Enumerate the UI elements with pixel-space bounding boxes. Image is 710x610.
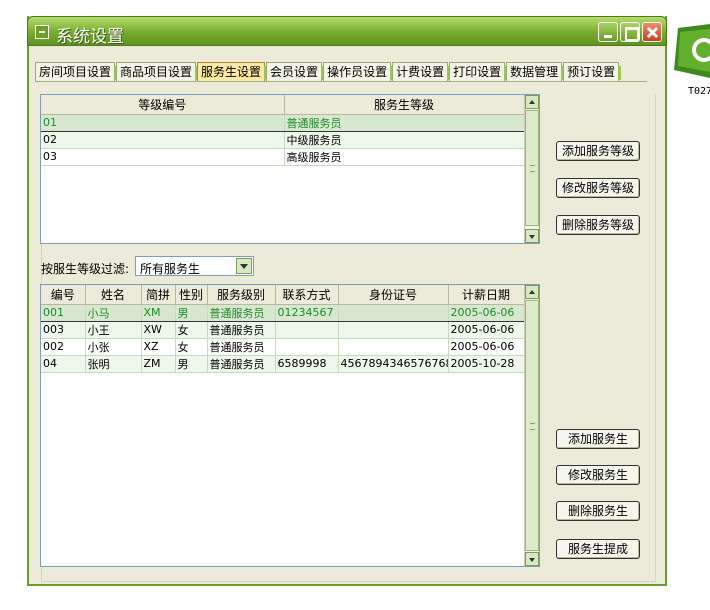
table-cell <box>338 338 449 356</box>
table-cell: XM <box>141 303 176 322</box>
table-cell: 女 <box>175 321 208 339</box>
table-cell: 小王 <box>85 321 142 339</box>
add-staff-button[interactable]: 添加服务生 <box>556 429 640 449</box>
scroll-thumb[interactable] <box>525 300 539 551</box>
table-row[interactable]: 001 小马 XM 男普通服务员 01234567 2005-06-06 <box>41 303 525 322</box>
table-cell: 小张 <box>85 338 142 356</box>
table-cell <box>338 303 449 322</box>
table-cell: 002 <box>41 338 86 356</box>
window-title: 系统设置 <box>56 27 124 47</box>
system-menu-icon[interactable] <box>35 25 49 39</box>
table-cell: XW <box>141 321 176 339</box>
side-label: T027 <box>688 86 710 97</box>
table-cell: 中级服务员 <box>284 131 525 149</box>
staff-grid-scrollbar[interactable] <box>524 285 539 566</box>
table-cell: 张明 <box>85 355 142 373</box>
minimize-button[interactable] <box>598 22 618 42</box>
table-cell: 001 <box>41 303 86 322</box>
column-header[interactable]: 编号 <box>41 285 86 305</box>
column-header[interactable]: 服务生等级 <box>284 95 525 115</box>
table-cell: 01234567 <box>275 303 339 322</box>
column-header[interactable]: 身份证号 <box>338 285 449 305</box>
staff-commission-button[interactable]: 服务生提成 <box>556 539 640 559</box>
staff-grid[interactable]: 编号 姓名 简拼 性别 服务级别 联系方式 身份证号 计薪日期 001 小马 XM 男普通服务员 01… <box>40 284 540 567</box>
table-cell: 01 <box>41 113 285 132</box>
tab-1[interactable]: 商品项目设置 <box>116 62 199 82</box>
table-cell: 普通服务员 <box>284 113 525 132</box>
edit-service-level-button[interactable]: 修改服务等级 <box>556 178 640 198</box>
scroll-down-icon[interactable] <box>525 552 539 566</box>
table-row[interactable]: 02 中级服务员 <box>41 131 525 149</box>
tab-3[interactable]: 会员设置 <box>266 62 325 82</box>
table-row[interactable]: 04 张明 ZM 男普通服务员 6589998 4567894346576768 2005-… <box>41 355 525 373</box>
column-header[interactable]: 等级编号 <box>41 95 285 115</box>
table-row[interactable]: 03 高级服务员 <box>41 148 525 166</box>
table-cell <box>275 338 339 356</box>
level-grid-scrollbar[interactable] <box>524 95 539 243</box>
add-service-level-button[interactable]: 添加服务等级 <box>556 141 640 161</box>
column-header[interactable]: 简拼 <box>141 285 176 305</box>
table-cell: 普通服务员 <box>207 355 276 373</box>
tab-2[interactable]: 服务生设置 <box>197 62 268 82</box>
column-header[interactable]: 计薪日期 <box>448 285 525 305</box>
edit-staff-button[interactable]: 修改服务生 <box>556 465 640 485</box>
column-header[interactable]: 性别 <box>175 285 208 305</box>
scroll-up-icon[interactable] <box>525 285 539 299</box>
table-cell: 4567894346576768 <box>338 355 449 373</box>
table-cell: 03 <box>41 148 285 166</box>
service-level-grid[interactable]: 等级编号 服务生等级 01 普通服务员 02 中级服务员 03 高级服务员 <box>40 94 540 244</box>
table-cell: 普通服务员 <box>207 303 276 322</box>
close-button[interactable] <box>642 22 662 42</box>
table-cell: 小马 <box>85 303 142 322</box>
table-cell: 普通服务员 <box>207 338 276 356</box>
tab-8[interactable]: 预订设置 <box>563 62 622 82</box>
filter-label: 按服生等级过滤: <box>41 262 130 276</box>
table-cell: 男 <box>175 303 208 322</box>
table-cell: 男 <box>175 355 208 373</box>
scroll-up-icon[interactable] <box>525 95 539 109</box>
table-cell: 6589998 <box>275 355 339 373</box>
table-cell: 高级服务员 <box>284 148 525 166</box>
table-cell <box>338 321 449 339</box>
tab-6[interactable]: 打印设置 <box>449 62 508 82</box>
staff-table: 编号 姓名 简拼 性别 服务级别 联系方式 身份证号 计薪日期 001 小马 XM 男普通服务员 01… <box>41 285 525 373</box>
chevron-down-icon[interactable] <box>236 258 252 274</box>
tab-7[interactable]: 数据管理 <box>506 62 565 82</box>
table-cell: 02 <box>41 131 285 149</box>
tab-divider <box>35 81 647 82</box>
tab-5[interactable]: 计费设置 <box>392 62 451 82</box>
table-cell: 2005-06-06 <box>448 303 525 322</box>
refresh-icon <box>674 24 710 78</box>
table-row[interactable]: 01 普通服务员 <box>41 113 525 132</box>
table-cell: 003 <box>41 321 86 339</box>
scroll-down-icon[interactable] <box>525 229 539 243</box>
tab-4[interactable]: 操作员设置 <box>323 62 394 82</box>
column-header[interactable]: 联系方式 <box>275 285 339 305</box>
service-level-table: 等级编号 服务生等级 01 普通服务员 02 中级服务员 03 高级服务员 <box>41 95 525 166</box>
filter-selected-value: 所有服务生 <box>140 262 201 276</box>
column-header[interactable]: 姓名 <box>85 285 142 305</box>
table-cell: 2005-06-06 <box>448 338 525 356</box>
table-cell: 女 <box>175 338 208 356</box>
table-cell: 2005-06-06 <box>448 321 525 339</box>
table-row[interactable]: 003 小王 XW 女普通服务员 2005-06-06 <box>41 321 525 339</box>
level-filter-select[interactable]: 所有服务生 <box>135 256 254 276</box>
table-cell: 04 <box>41 355 86 373</box>
tab-0[interactable]: 房间项目设置 <box>35 62 118 82</box>
title-bar[interactable]: 系统设置 <box>27 16 667 47</box>
delete-service-level-button[interactable]: 删除服务等级 <box>556 215 640 235</box>
table-cell: ZM <box>141 355 176 373</box>
table-row[interactable]: 002 小张 XZ 女普通服务员 2005-06-06 <box>41 338 525 356</box>
table-cell: 普通服务员 <box>207 321 276 339</box>
delete-staff-button[interactable]: 删除服务生 <box>556 501 640 521</box>
scroll-thumb[interactable] <box>525 110 539 226</box>
column-header[interactable]: 服务级别 <box>207 285 276 305</box>
maximize-button[interactable] <box>620 22 640 42</box>
table-cell: XZ <box>141 338 176 356</box>
table-cell: 2005-10-28 <box>448 355 525 373</box>
table-cell <box>275 321 339 339</box>
